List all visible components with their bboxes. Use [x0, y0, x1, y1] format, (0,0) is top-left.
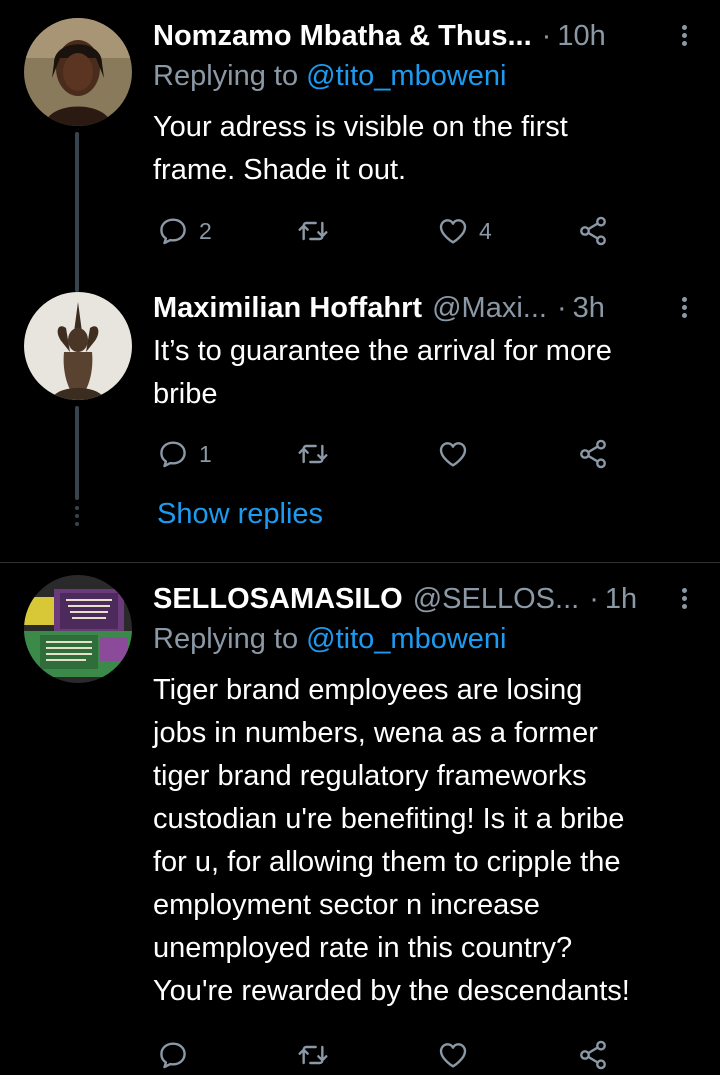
like-icon: [437, 438, 469, 470]
share-button[interactable]: [577, 211, 609, 251]
reply-icon: [157, 438, 189, 470]
separator: ·: [589, 582, 599, 615]
tweet-text-line: tiger brand regulatory frameworks: [153, 760, 587, 792]
retweet-icon: [297, 1039, 329, 1071]
display-name[interactable]: SELLOSAMASILO: [153, 583, 403, 616]
mention-link[interactable]: @tito_mboweni: [306, 60, 506, 92]
share-icon: [577, 1039, 609, 1071]
retweet-button[interactable]: [297, 211, 329, 251]
like-icon: [437, 1039, 469, 1071]
like-button[interactable]: [437, 1035, 469, 1075]
thread-line: [75, 132, 79, 292]
separator: ·: [541, 19, 552, 52]
tweet[interactable]: Nomzamo Mbatha & Thus... · 10h Replying …: [0, 0, 720, 292]
share-icon: [577, 438, 609, 470]
tweet-text: Tiger brand employees are losing jobs in…: [153, 669, 703, 1013]
tweet-text-line: Tiger brand employees are losing: [153, 674, 583, 706]
tweet[interactable]: Maximilian Hoffahrt @Maxi... · 3h It’s t…: [0, 280, 720, 562]
mention-link[interactable]: @tito_mboweni: [306, 623, 506, 655]
timestamp[interactable]: 10h: [557, 20, 605, 53]
reply-count: 1: [199, 440, 212, 467]
more-icon[interactable]: [672, 22, 696, 50]
tweet-text-line: Your adress is visible on the first: [153, 111, 568, 143]
reply-button[interactable]: 2: [157, 211, 212, 251]
share-button[interactable]: [577, 434, 609, 474]
replying-label: Replying to: [153, 623, 299, 655]
thread-line: [75, 406, 79, 500]
username[interactable]: @Maxi...: [432, 292, 547, 325]
separator: ·: [556, 291, 567, 324]
tweet-text-line: You're rewarded by the descendants!: [153, 975, 630, 1007]
action-bar: 1: [157, 434, 627, 474]
tweet-header: Nomzamo Mbatha & Thus... · 10h: [153, 14, 700, 58]
reply-icon: [157, 1039, 189, 1071]
avatar[interactable]: [24, 575, 132, 683]
replying-to: Replying to @tito_mboweni: [153, 60, 506, 93]
tweet-text-line: bribe: [153, 378, 218, 410]
share-button[interactable]: [577, 1035, 609, 1075]
share-icon: [577, 215, 609, 247]
tweet-text-line: frame. Shade it out.: [153, 154, 407, 186]
tweet-text-line: custodian u're benefiting! Is it a bribe: [153, 803, 625, 835]
reply-button[interactable]: 1: [157, 434, 212, 474]
tweet-text-line: jobs in numbers, wena as a former: [153, 717, 598, 749]
tweet-header: SELLOSAMASILO @SELLOS... · 1h: [153, 577, 700, 621]
display-name[interactable]: Maximilian Hoffahrt: [153, 292, 422, 325]
like-icon: [437, 215, 469, 247]
tweet-text-line: for u, for allowing them to cripple the: [153, 846, 621, 878]
reply-count: 2: [199, 217, 212, 244]
more-icon[interactable]: [672, 294, 696, 322]
show-replies-link[interactable]: Show replies: [157, 498, 323, 531]
like-button[interactable]: 4: [437, 211, 492, 251]
retweet-icon: [297, 215, 329, 247]
tweet-text-line: It’s to guarantee the arrival for more: [153, 335, 612, 367]
thread-dots: [75, 506, 79, 530]
like-count: 4: [479, 217, 492, 244]
tweet-text-line: employment sector n increase: [153, 889, 540, 921]
tweet-text: It’s to guarantee the arrival for more b…: [153, 330, 703, 416]
action-bar: 2 4: [157, 211, 627, 251]
like-button[interactable]: [437, 434, 469, 474]
tweet-header: Maximilian Hoffahrt @Maxi... · 3h: [153, 286, 700, 330]
replying-to: Replying to @tito_mboweni: [153, 623, 506, 656]
avatar[interactable]: [24, 18, 132, 126]
replying-label: Replying to: [153, 60, 299, 92]
reply-icon: [157, 215, 189, 247]
username[interactable]: @SELLOS...: [413, 583, 579, 616]
timestamp[interactable]: 3h: [573, 292, 605, 325]
tweet-text-line: unemployed rate in this country?: [153, 932, 573, 964]
avatar[interactable]: [24, 292, 132, 400]
action-bar: [157, 1035, 627, 1075]
retweet-button[interactable]: [297, 434, 329, 474]
display-name[interactable]: Nomzamo Mbatha & Thus...: [153, 20, 532, 53]
more-icon[interactable]: [672, 585, 696, 613]
tweet[interactable]: SELLOSAMASILO @SELLOS... · 1h Replying t…: [0, 563, 720, 1056]
tweet-text: Your adress is visible on the first fram…: [153, 106, 703, 192]
retweet-icon: [297, 438, 329, 470]
reply-button[interactable]: [157, 1035, 189, 1075]
timestamp[interactable]: 1h: [605, 583, 637, 616]
retweet-button[interactable]: [297, 1035, 329, 1075]
